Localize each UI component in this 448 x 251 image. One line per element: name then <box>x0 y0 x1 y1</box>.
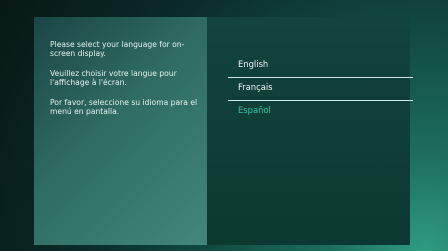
instructions-pane: Please select your language for on-scree… <box>34 17 207 245</box>
language-options-pane: English Français Español <box>207 17 413 245</box>
language-dialog: Please select your language for on-scree… <box>34 17 413 245</box>
language-option-french[interactable]: Français <box>228 78 413 101</box>
language-list: English Français Español <box>228 55 413 124</box>
language-option-english[interactable]: English <box>228 55 413 78</box>
instruction-spanish: Por favor, seleccione su idioma para el … <box>50 98 198 116</box>
instruction-english: Please select your language for on-scree… <box>50 40 185 58</box>
language-option-spanish[interactable]: Español <box>228 101 413 124</box>
instruction-french: Veuillez choisir votre langue pour l'aff… <box>50 69 177 87</box>
language-selection-screen: Please select your language for on-scree… <box>0 0 448 251</box>
